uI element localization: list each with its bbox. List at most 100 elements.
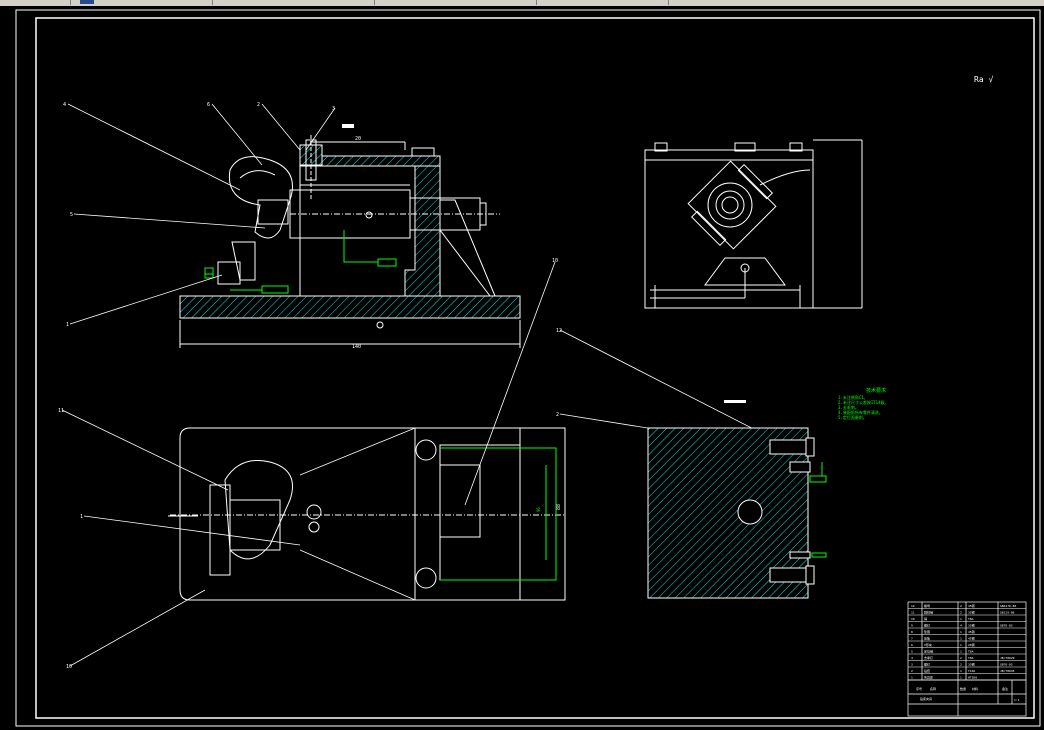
part-label: 5	[70, 212, 73, 218]
bom-cell-std: GB119-86	[1000, 611, 1015, 615]
bom-cell-qty: 4	[960, 624, 962, 628]
bom-cell-mat: 35钢	[968, 662, 975, 667]
bom-cell-no: 10	[911, 617, 915, 621]
bom-cell-qty: 1	[960, 617, 962, 621]
bom-header-mat: 材料	[972, 686, 978, 691]
section-green-dims	[809, 462, 827, 558]
bom-cell-mat: T10A	[968, 669, 975, 673]
bom-cell-name: 圆柱销	[924, 610, 933, 615]
drawing-title: 钻床夹具	[920, 696, 932, 701]
bom-cell-std: GB6170-86	[1000, 604, 1016, 608]
bom-cell-name: V形块	[924, 642, 932, 647]
bom-cell-name: 垫圈	[924, 629, 930, 634]
bom-header-no: 序号	[916, 686, 922, 691]
bom-cell-no: 6	[911, 643, 913, 647]
notes-title: 技术要求	[866, 387, 886, 394]
bom-cell-no: 7	[911, 637, 913, 641]
bom-cell-qty: 2	[960, 611, 962, 615]
bom-cell-qty: 1	[960, 650, 962, 654]
bom-cell-no: 5	[911, 650, 913, 654]
part-label: 1	[66, 322, 69, 328]
part-label: 6	[207, 102, 210, 108]
toolbar-segment[interactable]	[670, 0, 1044, 5]
bom-cell-no: 12	[911, 604, 915, 608]
top-view-green-dims	[440, 447, 557, 581]
bom-header-name: 名称	[930, 686, 936, 691]
roughness-symbol: Ra √	[974, 75, 993, 84]
bom-cell-name: 夹具体	[924, 675, 933, 680]
part-label: 3	[332, 106, 335, 112]
bom-cell-std: GB70-85	[1000, 624, 1013, 628]
dim-green: 96	[536, 507, 541, 512]
bom-cell-name: 定位销	[924, 649, 933, 654]
section-view	[647, 427, 815, 599]
bom-cell-mat: 20钢	[968, 642, 975, 647]
bom-header-qty: 数量	[960, 686, 966, 691]
dim-base-length: 140	[352, 344, 361, 350]
bom-cell-qty: 2	[960, 663, 962, 667]
toolbar-segment[interactable]	[72, 0, 213, 5]
bom-cell-name: 支承钉	[924, 655, 933, 660]
toolbar-icon	[80, 0, 94, 4]
section-label	[342, 124, 354, 128]
bom-cell-name: 销	[924, 616, 927, 621]
bom-cell-qty: 2	[960, 656, 962, 660]
note-line: 5.定位面磨削。	[838, 414, 867, 420]
cad-drawing-canvas[interactable]: Ra √ 20 140 4 6 2 3 5 1 96 88 11 1 10 10…	[0, 6, 1044, 730]
bom-cell-mat: T8A	[968, 656, 974, 660]
bom-cell-std: JB/T8029	[1000, 656, 1015, 660]
bom-header-std: 备注	[1002, 686, 1008, 691]
front-view	[179, 135, 521, 348]
bom-cell-mat: 35钢	[968, 623, 975, 628]
bom-cell-name: 螺母	[924, 603, 930, 608]
bom-rows: 12 螺母 2 45钢 GB6170-8611 圆柱销 2 35钢 GB119-8610 销 1 T8…	[908, 603, 1026, 681]
bom-cell-mat: 45钢	[968, 636, 975, 641]
bom-cell-no: 9	[911, 624, 913, 628]
toolbar-segment[interactable]	[0, 0, 71, 5]
part-label: 11	[58, 408, 64, 414]
part-label: 4	[63, 102, 66, 108]
bom-cell-qty: 1	[960, 676, 962, 680]
part-label: 10	[552, 258, 558, 264]
bom-cell-qty: 2	[960, 604, 962, 608]
view-label-c	[724, 400, 746, 403]
bom-cell-no: 4	[911, 656, 913, 660]
side-view	[644, 139, 863, 309]
bom-cell-no: 11	[911, 611, 915, 615]
dim-width: 88	[556, 504, 562, 510]
bom-cell-name: 螺钉	[924, 662, 930, 667]
bom-cell-mat: T8A	[968, 617, 974, 621]
part-label: 10	[66, 664, 72, 670]
technical-notes: 技术要求 1.未注倒角C1。 2.未注尺寸公差按IT14级。 3.去毛刺。 4.…	[838, 387, 888, 420]
bom-cell-no: 1	[911, 676, 913, 680]
bom-cell-qty: 1	[960, 643, 962, 647]
top-view	[168, 427, 566, 601]
part-label: 2	[257, 102, 260, 108]
bom-cell-mat: 45钢	[968, 629, 975, 634]
base-plate	[179, 295, 521, 319]
bom-cell-std: JB/T8045	[1000, 669, 1015, 673]
dim-top: 20	[355, 136, 361, 142]
bom-cell-qty: 1	[960, 637, 962, 641]
bom-cell-std: GB70-85	[1000, 663, 1013, 667]
inner-frame	[35, 17, 1035, 719]
toolbar-segment[interactable]	[538, 0, 669, 5]
toolbar-segment[interactable]	[376, 0, 537, 5]
bom-cell-qty: 1	[960, 669, 962, 673]
outer-frame	[15, 9, 1041, 727]
bom-cell-mat: T8A	[968, 650, 974, 654]
bom-cell-mat: HT200	[968, 676, 977, 680]
part-label: 12	[556, 328, 562, 334]
bom-cell-mat: 35钢	[968, 610, 975, 615]
bom-cell-no: 2	[911, 669, 913, 673]
toolbar-segment[interactable]	[214, 0, 375, 5]
drawing-scale: 1:1	[1014, 698, 1020, 702]
bom-cell-qty: 1	[960, 630, 962, 634]
bom-cell-name: 钻套	[924, 668, 930, 673]
part-label: 2	[556, 412, 559, 418]
bom-cell-mat: 45钢	[968, 603, 975, 608]
part-label: 1	[80, 514, 83, 520]
bom-cell-no: 3	[911, 663, 913, 667]
bom-cell-name: 压板	[924, 636, 930, 641]
bom-cell-no: 8	[911, 630, 913, 634]
